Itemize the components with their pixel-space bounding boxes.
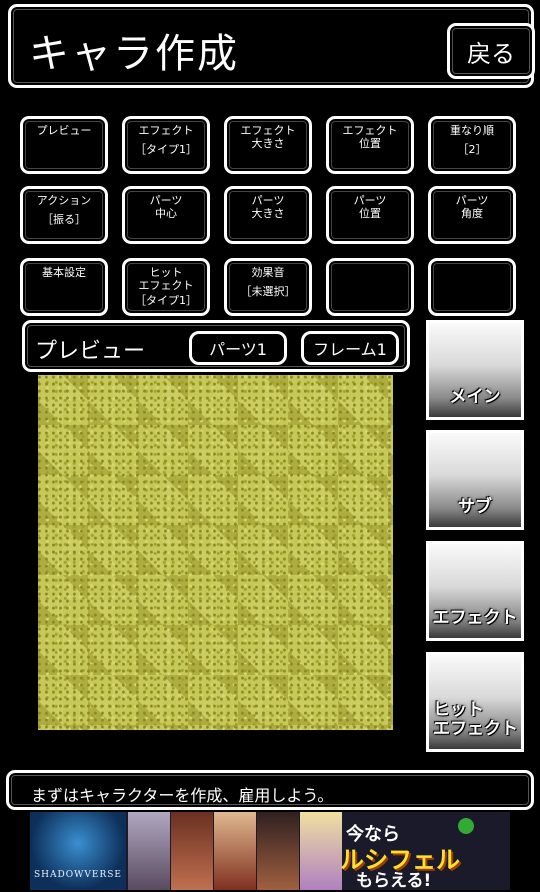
ad-character-image (257, 812, 299, 890)
page-title: キャラ作成 (29, 31, 239, 77)
sub-tab-button[interactable]: サブ (426, 430, 524, 530)
preview-title: プレビュー (35, 339, 146, 364)
tool-value: ［未選択］ (240, 285, 296, 298)
ad-character-image (128, 812, 170, 890)
message-text: まずはキャラクターを作成、雇用しよう。 (31, 786, 334, 805)
back-button[interactable]: 戻る (447, 23, 535, 79)
tool-label: エフェクト 位置 (342, 124, 398, 150)
tool-layer-order-button[interactable]: 重なり順 ［2］ (428, 116, 516, 174)
tool-label: ヒット エフェクト (138, 266, 194, 292)
tool-label: エフェクト (138, 124, 194, 137)
tool-hit-effect-button[interactable]: ヒット エフェクト ［タイプ1］ (122, 258, 210, 316)
tool-parts-position-button[interactable]: パーツ 位置 (326, 186, 414, 244)
tool-label: エフェクト 大きさ (240, 124, 296, 150)
tool-effect-position-button[interactable]: エフェクト 位置 (326, 116, 414, 174)
tool-value: ［タイプ1］ (135, 294, 197, 307)
hit-effect-tab-button[interactable]: ヒット エフェクト (426, 652, 524, 752)
tool-sound-effect-button[interactable]: 効果音 ［未選択］ (224, 258, 312, 316)
ad-logo-text: SHADOWVERSE (34, 870, 122, 880)
tool-label: 効果音 (251, 266, 285, 279)
ad-character-image (214, 812, 256, 890)
tool-label: パーツ 位置 (353, 194, 387, 220)
ad-character-image (171, 812, 213, 890)
tool-preview-button[interactable]: プレビュー (20, 116, 108, 174)
tool-label: 重なり順 (450, 124, 494, 137)
ad-text-line3: もらえる! (356, 871, 432, 890)
main-tab-button[interactable]: メイン (426, 320, 524, 420)
tool-empty-button[interactable] (428, 258, 516, 316)
parts-select-button[interactable]: パーツ1 (189, 331, 287, 365)
preview-canvas[interactable] (38, 375, 393, 730)
ad-banner[interactable]: SHADOWVERSE 今なら ルシフェル もらえる! (30, 812, 510, 890)
effect-tab-button[interactable]: エフェクト (426, 541, 524, 641)
frame-select-button[interactable]: フレーム1 (301, 331, 399, 365)
tool-basic-settings-button[interactable]: 基本設定 (20, 258, 108, 316)
tool-parts-angle-button[interactable]: パーツ 角度 (428, 186, 516, 244)
tool-empty-button[interactable] (326, 258, 414, 316)
tool-label: アクション (36, 194, 92, 207)
tool-parts-size-button[interactable]: パーツ 大きさ (224, 186, 312, 244)
tool-label: 基本設定 (42, 266, 86, 279)
tool-effect-button[interactable]: エフェクト ［タイプ1］ (122, 116, 210, 174)
tool-effect-size-button[interactable]: エフェクト 大きさ (224, 116, 312, 174)
tool-label: パーツ 角度 (455, 194, 489, 220)
ad-badge-icon (458, 818, 474, 834)
shadowverse-logo: SHADOWVERSE (30, 812, 126, 890)
tool-value: ［タイプ1］ (135, 143, 197, 156)
message-box: まずはキャラクターを作成、雇用しよう。 (6, 770, 534, 810)
preview-bar: プレビュー パーツ1 フレーム1 (22, 320, 410, 372)
tool-value: ［2］ (457, 143, 487, 156)
tool-parts-center-button[interactable]: パーツ 中心 (122, 186, 210, 244)
ad-character-image (300, 812, 342, 890)
tool-value: ［振る］ (42, 213, 86, 226)
tool-label: パーツ 中心 (149, 194, 183, 220)
header-bar: キャラ作成 戻る (8, 4, 535, 88)
tool-action-button[interactable]: アクション ［振る］ (20, 186, 108, 244)
tool-label: プレビュー (36, 124, 92, 137)
tool-label: パーツ 大きさ (251, 194, 285, 220)
